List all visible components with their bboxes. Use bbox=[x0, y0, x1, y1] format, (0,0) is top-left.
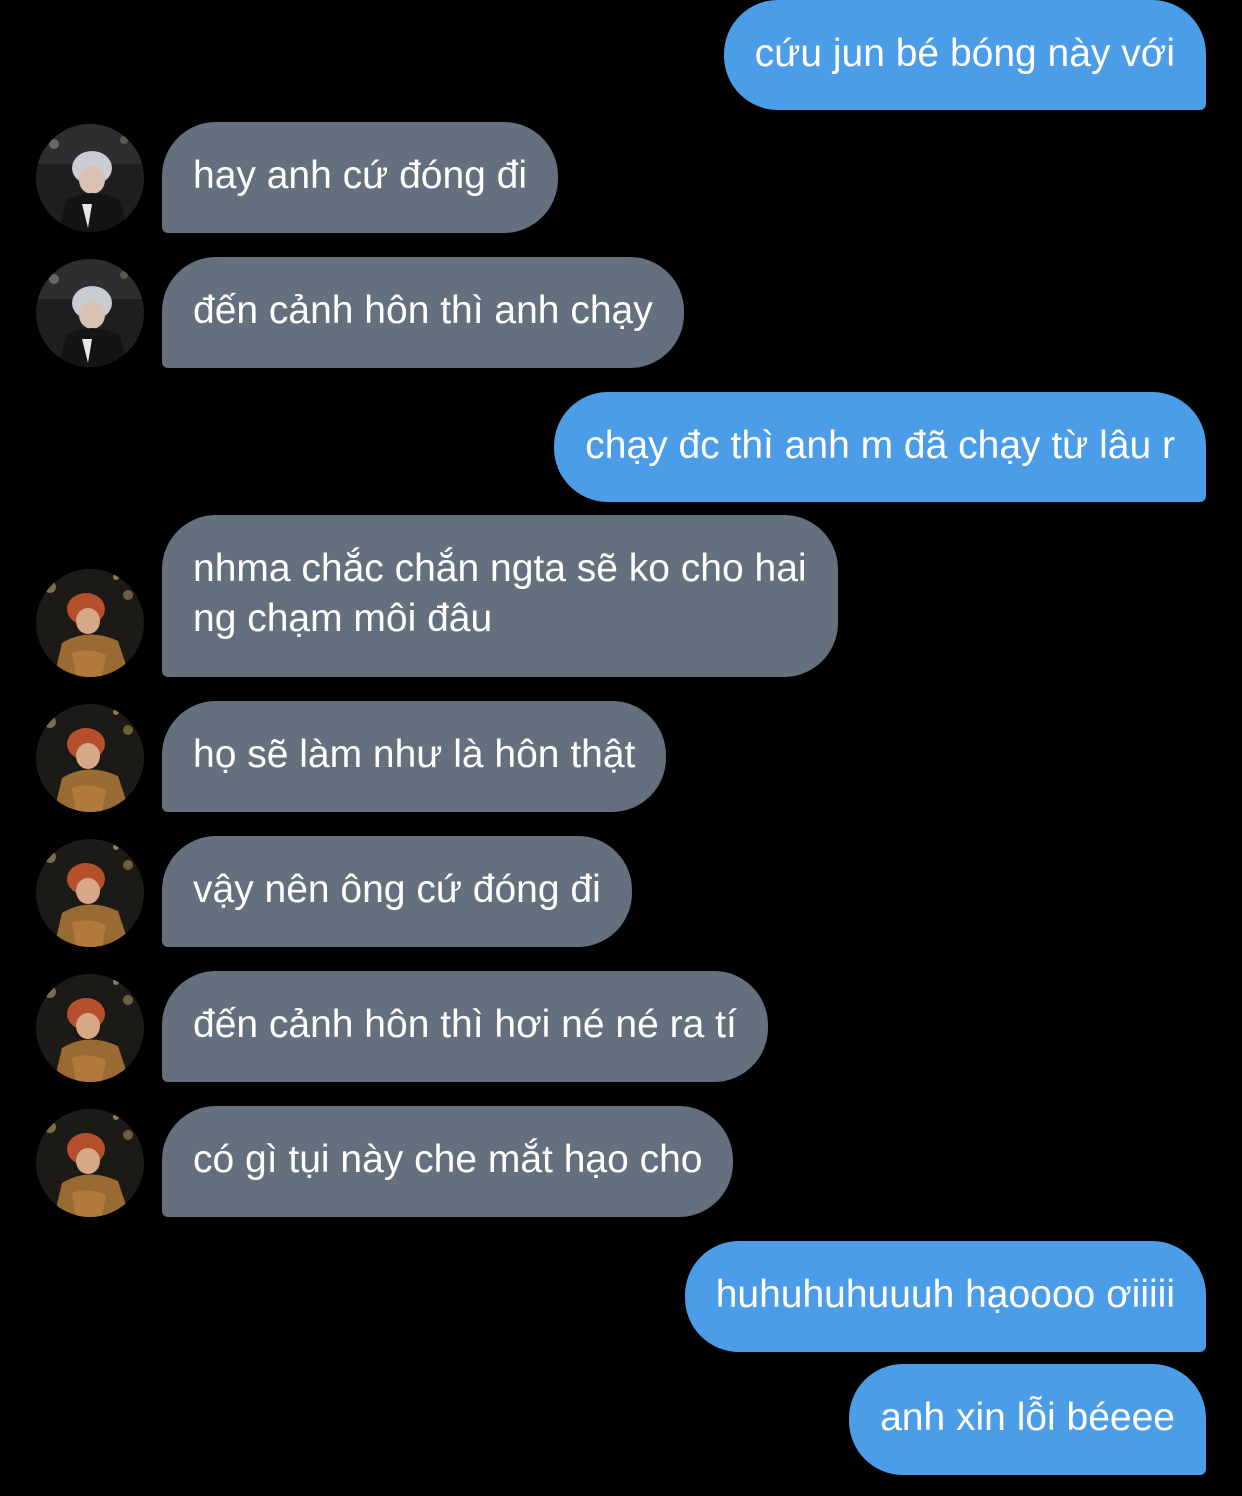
message-bubble-incoming[interactable]: đến cảnh hôn thì hơi né né ra tí bbox=[162, 971, 768, 1082]
message-bubble-incoming[interactable]: hay anh cứ đóng đi bbox=[162, 122, 559, 233]
avatar[interactable] bbox=[36, 259, 144, 367]
message-bubble-outgoing[interactable]: chạy đc thì anh m đã chạy từ lâu r bbox=[554, 392, 1206, 502]
message-text: chạy đc thì anh m đã chạy từ lâu r bbox=[585, 424, 1175, 467]
message-bubble-incoming[interactable]: đến cảnh hôn thì anh chạy bbox=[162, 257, 684, 368]
avatar-image bbox=[36, 974, 144, 1082]
message-text: đến cảnh hôn thì hơi né né ra tí bbox=[193, 1003, 737, 1046]
avatar-image bbox=[36, 259, 144, 367]
message-text: vậy nên ông cứ đóng đi bbox=[193, 868, 601, 911]
message-text: có gì tụi này che mắt hạo cho bbox=[193, 1138, 703, 1181]
message-text: đến cảnh hôn thì anh chạy bbox=[193, 289, 653, 332]
message-bubble-incoming[interactable]: có gì tụi này che mắt hạo cho bbox=[162, 1106, 734, 1217]
message-text: cứu jun bé bóng này với bbox=[754, 32, 1175, 75]
avatar-image bbox=[36, 839, 144, 947]
avatar-image bbox=[36, 569, 144, 677]
message-text: ng chạm môi đâu bbox=[193, 597, 493, 640]
avatar-image bbox=[36, 124, 144, 232]
avatar[interactable] bbox=[36, 1109, 144, 1217]
message-bubble-outgoing[interactable]: cứu jun bé bóng này với bbox=[723, 0, 1206, 110]
avatar-image bbox=[36, 704, 144, 812]
message-text: huhuhuhuuuh hạoooo ơiiiii bbox=[715, 1273, 1175, 1316]
avatar[interactable] bbox=[36, 974, 144, 1082]
message-bubble-incoming[interactable]: họ sẽ làm như là hôn thật bbox=[162, 701, 667, 812]
avatar[interactable] bbox=[36, 569, 144, 677]
message-bubble-incoming[interactable]: vậy nên ông cứ đóng đi bbox=[162, 836, 632, 947]
message-bubble-outgoing[interactable]: huhuhuhuuuh hạoooo ơiiiii bbox=[684, 1241, 1206, 1352]
message-text: nhma chắc chắn ngta sẽ ko cho hai bbox=[193, 547, 807, 590]
message-text: anh xin lỗi béeee bbox=[880, 1396, 1175, 1439]
avatar-image bbox=[36, 1109, 144, 1217]
avatar[interactable] bbox=[36, 124, 144, 232]
message-bubble-incoming[interactable]: nhma chắc chắn ngta sẽ ko cho hai ng chạ… bbox=[162, 515, 838, 677]
avatar[interactable] bbox=[36, 839, 144, 947]
message-bubble-outgoing[interactable]: anh xin lỗi béeee bbox=[849, 1364, 1206, 1475]
avatar[interactable] bbox=[36, 704, 144, 812]
message-text: họ sẽ làm như là hôn thật bbox=[193, 733, 636, 776]
message-text: hay anh cứ đóng đi bbox=[193, 154, 528, 197]
